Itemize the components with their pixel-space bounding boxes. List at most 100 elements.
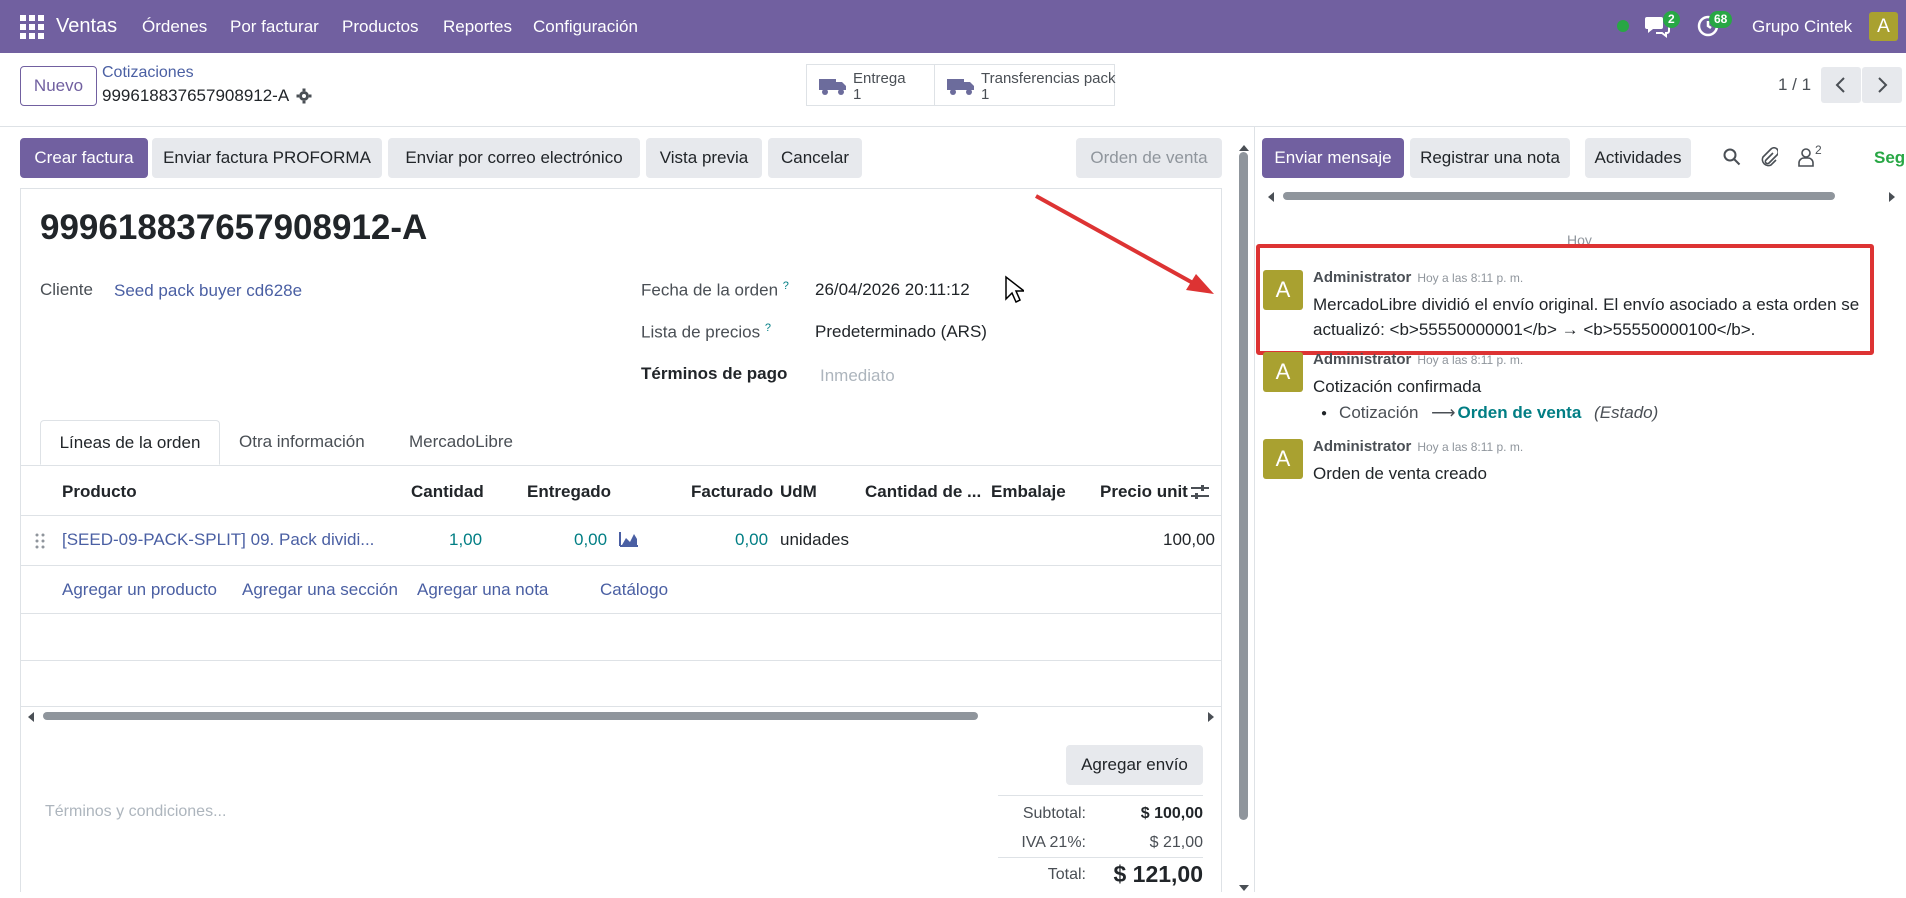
add-product-link[interactable]: Agregar un producto: [62, 580, 217, 600]
tab-order-lines[interactable]: Líneas de la orden: [40, 420, 220, 465]
pager-next-button[interactable]: [1862, 67, 1902, 103]
online-status-icon: [1617, 20, 1629, 32]
tax-value: $ 21,00: [1149, 834, 1203, 851]
column-header-invoiced[interactable]: Facturado: [691, 482, 773, 502]
activities-button[interactable]: Actividades: [1585, 138, 1691, 178]
gear-icon[interactable]: [296, 88, 312, 109]
search-icon[interactable]: [1723, 148, 1741, 171]
payment-terms-field[interactable]: Inmediato: [820, 366, 895, 386]
app-grid-icon[interactable]: [20, 15, 44, 39]
chatter-horizontal-scrollbar[interactable]: [1283, 192, 1835, 200]
menu-ordenes[interactable]: Órdenes: [142, 0, 207, 53]
line-uom[interactable]: unidades: [780, 530, 849, 550]
record-title: 999618837657908912-A: [40, 208, 428, 247]
message-body: Orden de venta creado: [1313, 464, 1487, 483]
row-divider: [20, 565, 1222, 566]
chat-count-badge: 2: [1663, 11, 1680, 28]
chevron-left-icon: [1835, 77, 1845, 93]
send-message-button[interactable]: Enviar mensaje: [1262, 138, 1404, 178]
smart-button-label: Entrega: [853, 70, 906, 87]
scroll-left-arrow-icon[interactable]: [1266, 190, 1276, 208]
breadcrumb-cotizaciones[interactable]: Cotizaciones: [102, 64, 194, 82]
column-header-price-unit[interactable]: Precio unit: [1100, 482, 1188, 502]
bullet-icon: ●: [1321, 408, 1328, 420]
column-header-delivered[interactable]: Entregado: [527, 482, 611, 502]
column-header-packaging-qty[interactable]: Cantidad de ...: [865, 482, 981, 502]
row-divider: [20, 660, 1222, 661]
payment-terms-label: Términos de pago: [641, 364, 788, 383]
pricelist-field[interactable]: Predeterminado (ARS): [815, 322, 987, 342]
truck-icon: [819, 79, 846, 95]
message-author: Administrator Hoy a las 8:11 p. m.: [1313, 438, 1524, 455]
follower-count: 2: [1815, 143, 1822, 157]
tracking-value: ● Cotización ⟶ Orden de venta (Estado): [1321, 403, 1659, 422]
column-header-uom[interactable]: UdM: [780, 482, 817, 502]
new-button[interactable]: Nuevo: [20, 66, 97, 106]
menu-reportes[interactable]: Reportes: [443, 0, 512, 53]
scroll-right-arrow-icon[interactable]: [1206, 710, 1216, 728]
form-vertical-scrollbar[interactable]: [1239, 152, 1248, 820]
order-date-field[interactable]: 26/04/2026 20:11:12: [815, 280, 970, 300]
mouse-cursor-icon: [1005, 275, 1024, 304]
line-quantity[interactable]: 1,00: [449, 530, 482, 550]
follow-button[interactable]: Seguir: [1874, 148, 1906, 168]
table-horizontal-scrollbar[interactable]: [43, 712, 978, 720]
message-author: Administrator Hoy a las 8:11 p. m.: [1313, 351, 1524, 368]
column-header-packaging[interactable]: Embalaje: [991, 482, 1066, 502]
tabs-divider: [20, 465, 1222, 466]
chevron-right-icon: [1878, 77, 1888, 93]
catalog-link[interactable]: Catálogo: [600, 580, 668, 600]
send-email-button[interactable]: Enviar por correo electrónico: [388, 138, 640, 178]
chatter-divider: [1254, 127, 1255, 892]
smart-button-transferencias-pack[interactable]: Transferencias pack 1: [934, 64, 1116, 106]
scroll-down-arrow-icon[interactable]: [1238, 880, 1250, 898]
totals-divider: [998, 857, 1203, 858]
column-header-product[interactable]: Producto: [62, 482, 137, 502]
smart-button-count: 1: [853, 86, 862, 103]
pager-previous-button[interactable]: [1821, 67, 1861, 103]
tab-mercadolibre[interactable]: MercadoLibre: [409, 420, 513, 464]
tab-other-info[interactable]: Otra información: [239, 420, 365, 464]
line-delivered[interactable]: 0,00: [574, 530, 607, 550]
order-date-label: Fecha de la orden ?: [641, 280, 789, 300]
menu-configuracion[interactable]: Configuración: [533, 0, 638, 53]
line-invoiced[interactable]: 0,00: [735, 530, 768, 550]
line-product[interactable]: [SEED-09-PACK-SPLIT] 09. Pack dividi...: [62, 530, 374, 550]
add-note-link[interactable]: Agregar una nota: [417, 580, 548, 600]
paperclip-icon[interactable]: [1760, 146, 1780, 172]
menu-por-facturar[interactable]: Por facturar: [230, 0, 319, 53]
truck-icon: [947, 79, 974, 95]
avatar[interactable]: A: [1263, 352, 1303, 392]
terms-conditions-field[interactable]: Términos y condiciones...: [45, 803, 226, 821]
customer-field[interactable]: Seed pack buyer cd628e: [114, 281, 302, 301]
preview-button[interactable]: Vista previa: [646, 138, 762, 178]
followers-icon[interactable]: [1798, 147, 1814, 172]
company-switcher[interactable]: Grupo Cintek: [1752, 0, 1852, 53]
scroll-left-arrow-icon[interactable]: [26, 710, 36, 728]
app-name[interactable]: Ventas: [56, 0, 117, 53]
drag-handle-icon[interactable]: [35, 533, 45, 549]
optional-columns-icon[interactable]: [1190, 483, 1210, 506]
cancel-button[interactable]: Cancelar: [768, 138, 862, 178]
create-invoice-button[interactable]: Crear factura: [20, 138, 148, 178]
line-price-unit[interactable]: 100,00: [1163, 530, 1215, 550]
column-header-quantity[interactable]: Cantidad: [411, 482, 484, 502]
send-proforma-button[interactable]: Enviar factura PROFORMA: [152, 138, 382, 178]
total-value: $ 121,00: [1113, 861, 1203, 887]
user-avatar[interactable]: A: [1869, 12, 1898, 41]
status-orden-de-venta[interactable]: Orden de venta: [1076, 138, 1222, 178]
annotation-arrow-icon: [1035, 194, 1214, 294]
add-section-link[interactable]: Agregar una sección: [242, 580, 398, 600]
log-note-button[interactable]: Registrar una nota: [1410, 138, 1570, 178]
scroll-right-arrow-icon[interactable]: [1887, 190, 1897, 208]
smart-button-count: 1: [981, 86, 990, 103]
forecast-chart-icon[interactable]: [619, 531, 639, 552]
menu-productos[interactable]: Productos: [342, 0, 419, 53]
smart-button-entrega[interactable]: Entrega 1: [806, 64, 935, 106]
message-body: Cotización confirmada: [1313, 377, 1482, 396]
avatar[interactable]: A: [1263, 439, 1303, 479]
add-shipping-button[interactable]: Agregar envío: [1066, 745, 1203, 785]
row-divider: [20, 613, 1222, 614]
row-divider: [20, 706, 1222, 707]
smart-button-label: Transferencias pack: [981, 70, 1116, 87]
